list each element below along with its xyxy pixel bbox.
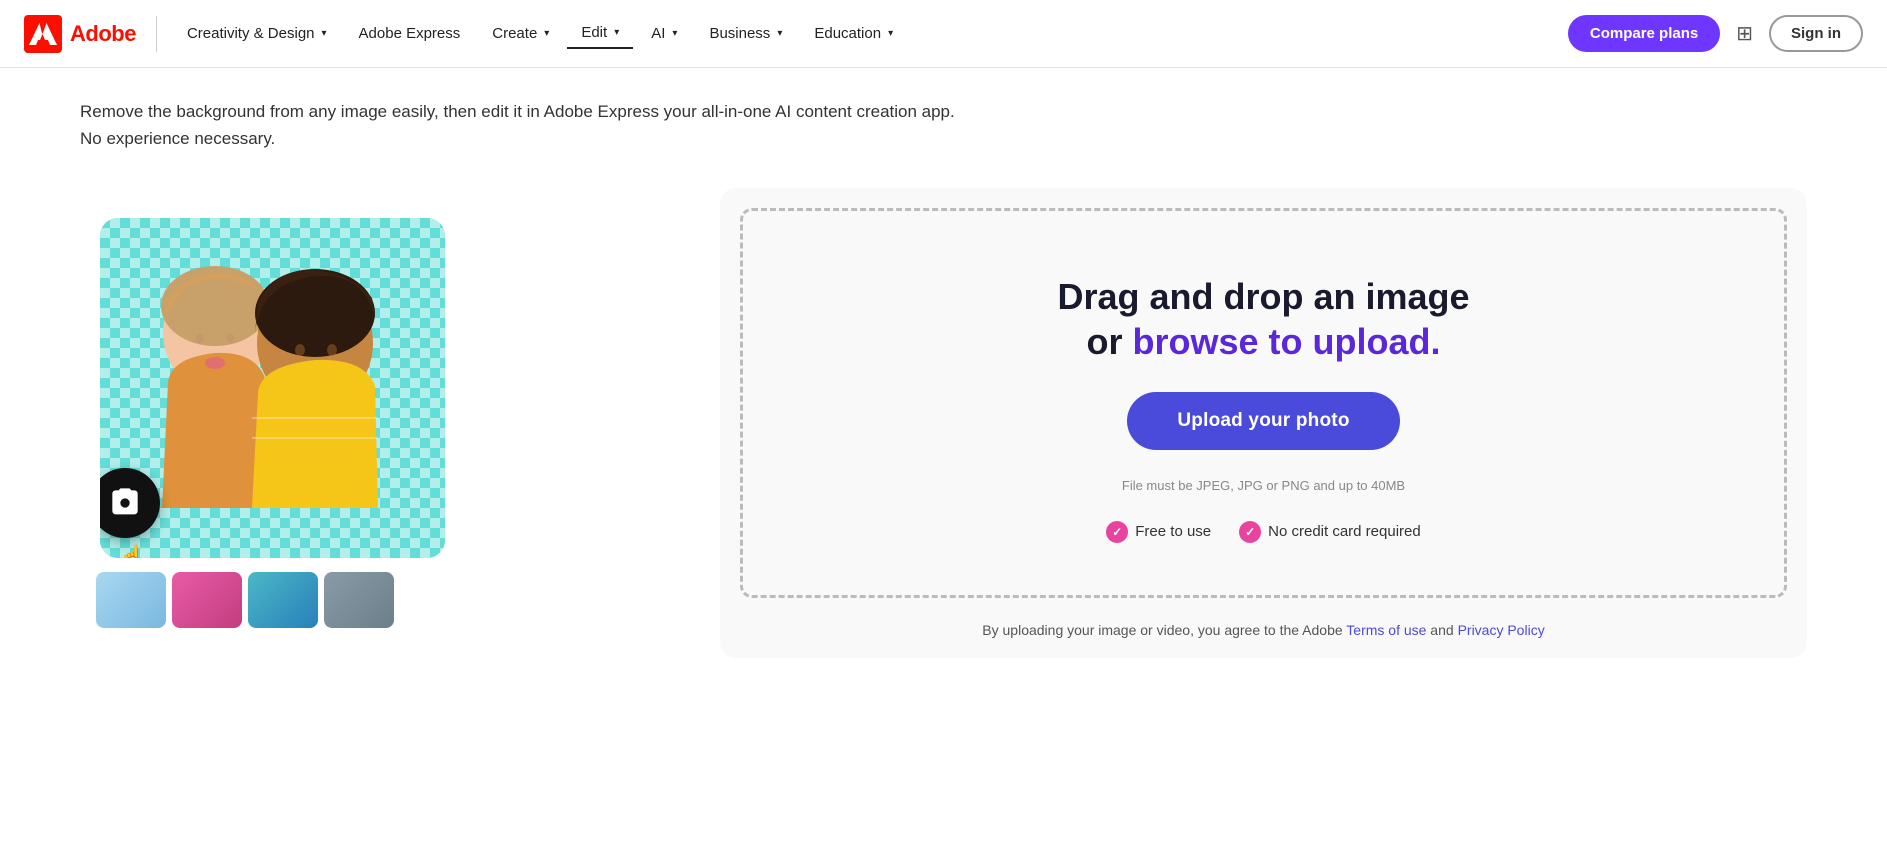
chevron-down-icon: ▾ bbox=[614, 27, 619, 38]
browse-link[interactable]: browse to upload. bbox=[1132, 321, 1440, 362]
free-to-use-badge: ✓ Free to use bbox=[1106, 521, 1211, 543]
thumbnail-4[interactable] bbox=[324, 572, 394, 628]
free-to-use-label: Free to use bbox=[1135, 523, 1211, 540]
badges-row: ✓ Free to use ✓ No credit card required bbox=[1106, 521, 1420, 543]
thumbnail-strip bbox=[96, 572, 660, 628]
compare-plans-button[interactable]: Compare plans bbox=[1568, 15, 1720, 52]
drag-drop-zone[interactable]: Drag and drop an image or browse to uplo… bbox=[740, 208, 1787, 598]
thumbnail-3[interactable] bbox=[248, 572, 318, 628]
thumbnail-2[interactable] bbox=[172, 572, 242, 628]
main-preview-image: ☝️ bbox=[100, 218, 445, 558]
apps-grid-icon[interactable]: ⊞ bbox=[1736, 21, 1753, 46]
nav-create[interactable]: Create ▾ bbox=[478, 19, 563, 48]
chevron-down-icon: ▾ bbox=[672, 28, 677, 39]
image-preview-area: ☝️ bbox=[80, 218, 660, 628]
nav-right: Compare plans ⊞ Sign in bbox=[1568, 15, 1863, 52]
nav-divider bbox=[156, 16, 157, 52]
hand-cursor-icon: ☝️ bbox=[118, 544, 145, 558]
thumbnail-1[interactable] bbox=[96, 572, 166, 628]
camera-icon bbox=[109, 487, 141, 519]
nav-education[interactable]: Education ▾ bbox=[800, 19, 907, 48]
two-col-layout: ☝️ Drag and drop an image or browse to u… bbox=[80, 188, 1807, 658]
no-credit-card-label: No credit card required bbox=[1268, 523, 1421, 540]
nav-creativity-design[interactable]: Creativity & Design ▾ bbox=[173, 19, 341, 48]
nav-adobe-express[interactable]: Adobe Express bbox=[345, 19, 475, 48]
chevron-down-icon: ▾ bbox=[888, 28, 893, 39]
no-credit-card-badge: ✓ No credit card required bbox=[1239, 521, 1421, 543]
chevron-down-icon: ▾ bbox=[544, 28, 549, 39]
file-requirements-text: File must be JPEG, JPG or PNG and up to … bbox=[1122, 478, 1405, 493]
nav-edit[interactable]: Edit ▾ bbox=[567, 18, 633, 49]
adobe-text: Adobe bbox=[70, 21, 136, 47]
nav-items: Creativity & Design ▾ Adobe Express Crea… bbox=[173, 18, 1568, 49]
terms-of-use-link[interactable]: Terms of use bbox=[1346, 622, 1426, 638]
nav-business[interactable]: Business ▾ bbox=[695, 19, 796, 48]
privacy-policy-link[interactable]: Privacy Policy bbox=[1458, 622, 1545, 638]
drag-drop-heading: Drag and drop an image or browse to uplo… bbox=[1057, 274, 1469, 364]
chevron-down-icon: ▾ bbox=[777, 28, 782, 39]
upload-photo-button[interactable]: Upload your photo bbox=[1127, 392, 1399, 450]
adobe-logo[interactable]: Adobe bbox=[24, 15, 136, 53]
no-credit-card-check-icon: ✓ bbox=[1239, 521, 1261, 543]
tos-text: By uploading your image or video, you ag… bbox=[740, 622, 1787, 638]
free-to-use-check-icon: ✓ bbox=[1106, 521, 1128, 543]
sign-in-button[interactable]: Sign in bbox=[1769, 15, 1863, 52]
adobe-logo-icon bbox=[24, 15, 62, 53]
navbar: Adobe Creativity & Design ▾ Adobe Expres… bbox=[0, 0, 1887, 68]
subtitle-text: Remove the background from any image eas… bbox=[80, 98, 980, 152]
nav-ai[interactable]: AI ▾ bbox=[637, 19, 691, 48]
main-content: Remove the background from any image eas… bbox=[0, 68, 1887, 698]
chevron-down-icon: ▾ bbox=[322, 28, 327, 39]
upload-area-container: Drag and drop an image or browse to uplo… bbox=[720, 188, 1807, 658]
